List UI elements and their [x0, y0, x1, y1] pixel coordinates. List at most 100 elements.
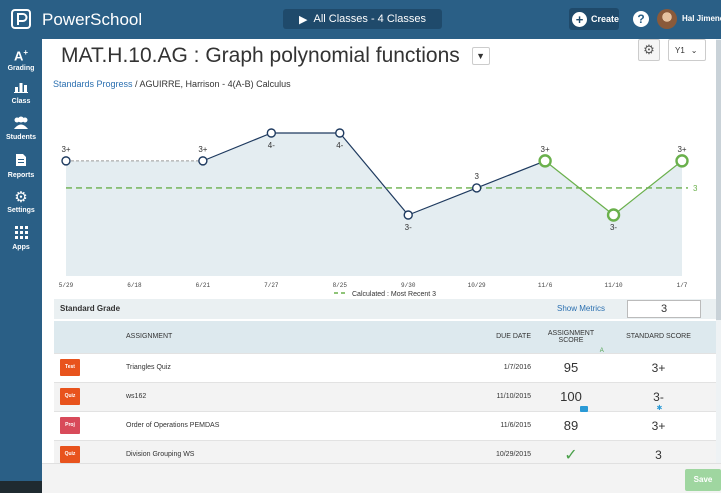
- sidebar-item-label: Grading: [7, 65, 35, 73]
- due-date: 1/7/2016: [416, 352, 541, 382]
- reports-icon: [0, 153, 42, 171]
- standard-score-cell[interactable]: 3- ✱: [601, 381, 716, 412]
- user-name[interactable]: Hal Jimenez: [682, 14, 721, 23]
- category-cell: Test: [54, 352, 120, 382]
- sidebar-item-class[interactable]: Class: [0, 80, 42, 105]
- standard-score-cell[interactable]: 3+: [601, 352, 716, 382]
- category-badge: Test: [60, 359, 80, 376]
- standard-score: 3+: [651, 360, 666, 375]
- due-date: 11/10/2015: [416, 381, 541, 411]
- app-name: PowerSchool: [42, 10, 143, 29]
- powerschool-logo-icon[interactable]: [10, 8, 32, 30]
- standard-dropdown-button[interactable]: ▼: [471, 47, 490, 66]
- standard-score: 3: [655, 447, 662, 462]
- chart-point-label: 3+: [677, 145, 686, 154]
- chevron-down-icon: ⌄: [690, 45, 698, 55]
- chart-legend-label: Calculated : Most Recent 3: [352, 291, 436, 296]
- chart-point: [335, 128, 345, 138]
- standard-score-cell[interactable]: 3+: [601, 410, 716, 440]
- assignment-name[interactable]: Triangles Quiz: [120, 352, 416, 382]
- app-frame: PowerSchool ▶ All Classes - 4 Classes + …: [0, 0, 721, 493]
- table-row[interactable]: Quiz ws162 11/10/2015 100 3- ✱: [54, 381, 716, 412]
- sidebar-item-students[interactable]: Students: [0, 116, 42, 141]
- create-button[interactable]: + Create: [569, 8, 619, 30]
- sidebar-item-apps[interactable]: Apps: [0, 226, 42, 251]
- assignment-score: 89: [564, 406, 589, 433]
- assignment-name[interactable]: Order of Operations PEMDAS: [120, 410, 416, 440]
- column-header-standard-score[interactable]: STANDARD SCORE: [601, 321, 716, 353]
- sidebar-item-label: Settings: [7, 207, 35, 214]
- table-row[interactable]: Quiz Division Grouping WS 10/29/2015 ✓ 3: [54, 439, 716, 463]
- assignment-score-cell[interactable]: 100: [541, 381, 601, 411]
- sidebar-item-grading[interactable]: A+ Grading: [0, 45, 42, 72]
- category-cell: Quiz: [54, 381, 120, 411]
- category-badge: Quiz: [60, 446, 80, 463]
- column-header-due-date[interactable]: DUE DATE: [416, 321, 541, 353]
- comment-icon[interactable]: [580, 406, 589, 412]
- x-tick-label: 11/10: [605, 282, 623, 289]
- sidebar-item-label: Students: [6, 134, 36, 141]
- column-header-score-line1: ASSIGNMENT: [547, 329, 595, 337]
- chart-point: [61, 156, 71, 166]
- chart-point: [675, 154, 689, 168]
- chart-point-label: 3-: [405, 223, 412, 232]
- assignment-name[interactable]: Division Grouping WS: [120, 439, 416, 463]
- chart-point-label: 3-: [610, 223, 617, 232]
- assignment-score-cell[interactable]: 95 A: [541, 348, 604, 382]
- assignment-name[interactable]: ws162: [120, 381, 416, 411]
- avatar[interactable]: [657, 9, 677, 29]
- category-cell: Proj: [54, 410, 120, 440]
- exempt-dot-icon: ✱: [656, 404, 663, 412]
- x-tick-label: 11/6: [538, 282, 553, 289]
- standard-score: 3+: [651, 418, 666, 433]
- score-flag-letter: A: [599, 348, 604, 354]
- breadcrumb-link-standards-progress[interactable]: Standards Progress: [53, 79, 133, 89]
- x-tick-label: 8/25: [333, 282, 348, 289]
- column-header-category: [54, 321, 120, 353]
- column-header-score-line2: SCORE: [558, 336, 584, 344]
- calculated-score-label: 3: [693, 184, 698, 193]
- chart-point-label: 3+: [198, 145, 207, 154]
- sidebar-item-settings[interactable]: ⚙ Settings: [0, 190, 42, 215]
- show-metrics-link[interactable]: Show Metrics: [557, 304, 605, 313]
- assignment-score-cell[interactable]: 89: [541, 406, 601, 440]
- sidebar-item-label: Reports: [7, 172, 35, 179]
- standard-score-value: 3-: [653, 389, 664, 404]
- chart-point-label: 4-: [268, 141, 275, 150]
- category-badge: Proj: [60, 417, 80, 434]
- gear-icon: ⚙: [643, 42, 655, 57]
- x-tick-label: 6/21: [196, 282, 211, 289]
- chart-point: [403, 210, 413, 220]
- standard-grade-input[interactable]: 3: [627, 300, 701, 318]
- breadcrumb-current: / AGUIRRE, Harrison - 4(A-B) Calculus: [132, 79, 291, 89]
- play-icon: ▶: [299, 13, 308, 26]
- chart-point-label: 3+: [61, 145, 70, 154]
- term-select[interactable]: Y1 ⌄: [668, 39, 706, 61]
- class-selector-button[interactable]: ▶ All Classes - 4 Classes: [283, 9, 442, 29]
- assignment-score-cell[interactable]: ✓: [541, 439, 601, 463]
- category-cell: Quiz: [54, 439, 120, 463]
- settings-gear-button[interactable]: ⚙: [638, 39, 660, 61]
- column-header-assignment-score[interactable]: ASSIGNMENT SCORE: [541, 321, 601, 353]
- x-tick-label: 6/18: [127, 282, 142, 289]
- save-button[interactable]: Save: [685, 469, 721, 491]
- term-select-value: Y1: [675, 45, 685, 55]
- table-row[interactable]: Test Triangles Quiz 1/7/2016 95 A 3+: [54, 348, 716, 382]
- chart-point-label: 3: [474, 172, 479, 181]
- help-icon[interactable]: ?: [633, 11, 649, 27]
- scrollbar-thumb[interactable]: [716, 40, 721, 320]
- standard-score-cell[interactable]: 3: [601, 439, 716, 463]
- breadcrumb: Standards Progress / AGUIRRE, Harrison -…: [53, 79, 291, 89]
- chart-point: [198, 156, 208, 166]
- due-date: 10/29/2015: [416, 439, 541, 463]
- caret-down-icon: ▼: [476, 51, 486, 62]
- table-row[interactable]: Proj Order of Operations PEMDAS 11/6/201…: [54, 406, 716, 440]
- chart-area-fill: [66, 133, 682, 276]
- assignment-score: 95 A: [564, 348, 604, 375]
- standard-grade-label: Standard Grade: [60, 304, 121, 313]
- x-tick-label: 1/7: [677, 282, 688, 289]
- column-header-assignment[interactable]: ASSIGNMENT: [120, 321, 416, 353]
- chart-point-label: 3+: [541, 145, 550, 154]
- class-icon: [0, 80, 42, 97]
- sidebar-item-reports[interactable]: Reports: [0, 153, 42, 179]
